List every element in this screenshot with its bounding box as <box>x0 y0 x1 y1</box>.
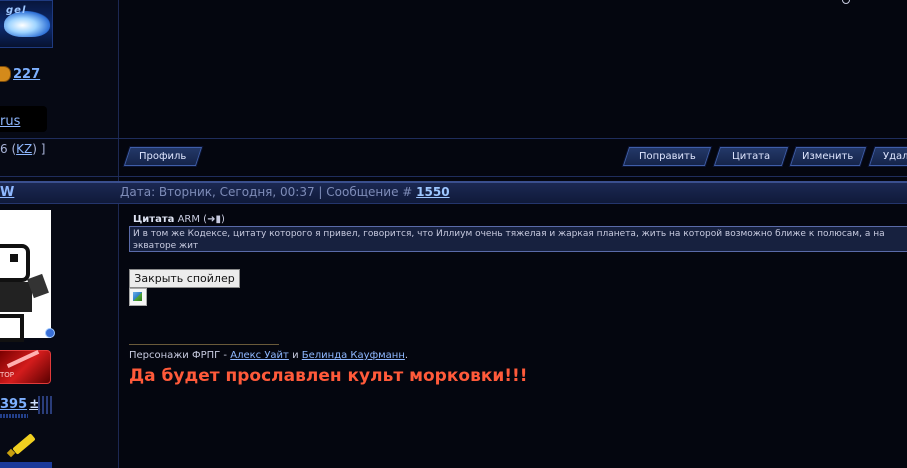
character-link-alex[interactable]: Алекс Уайт <box>230 350 289 361</box>
signature-and: и <box>292 350 299 361</box>
language-badge: rus <box>0 106 47 132</box>
signature-divider <box>129 344 279 345</box>
reputation-bars <box>38 396 52 414</box>
divider <box>0 176 907 177</box>
avatar[interactable] <box>0 210 51 342</box>
location-link[interactable]: KZ <box>16 142 32 156</box>
location-prefix: 6 ( <box>0 142 17 156</box>
avatar-shape <box>0 314 24 342</box>
pen-body <box>12 433 36 455</box>
broken-image-icon[interactable] <box>129 288 147 306</box>
quote-button[interactable]: Цитата <box>713 147 789 166</box>
quote-button-label: Цитата <box>731 151 771 162</box>
image-placeholder-glyph <box>133 292 142 301</box>
close-spoiler-button[interactable]: Закрыть спойлер <box>129 269 240 288</box>
quote-label: Цитата <box>133 214 175 225</box>
quote-text: И в том же Кодексе, цитату которого я пр… <box>129 226 907 252</box>
message-number-link[interactable]: 1550 <box>416 185 449 199</box>
edit-button-label: Поправить <box>638 151 696 162</box>
avatar-shape <box>0 244 30 282</box>
quote-author: ARM <box>177 214 200 225</box>
reputation: 395 ± <box>0 397 40 412</box>
location-line: 6 (KZ) ] <box>0 142 45 156</box>
award-stroke <box>6 350 40 368</box>
signature-prefix: Персонажи ФРПГ - <box>129 350 228 361</box>
delete-button-label: Удал <box>883 151 907 162</box>
signature-dot: . <box>404 350 409 361</box>
edit-button[interactable]: Поправить <box>622 147 712 166</box>
winged-rank-icon: gel <box>0 0 53 48</box>
award-label: TOP <box>0 371 15 379</box>
quote-close: ) <box>220 214 225 225</box>
post-count-link[interactable]: 227 <box>13 67 40 82</box>
location-suffix: ) ] <box>32 142 46 156</box>
delete-button[interactable]: Удал <box>868 147 907 166</box>
signature-slogan: Да будет прославлен культ морковки!!! <box>129 366 528 386</box>
quote-header: Цитата ARM (➜▮) <box>133 214 225 225</box>
change-button[interactable]: Изменить <box>789 147 867 166</box>
search-icon <box>842 0 850 4</box>
divider <box>0 138 907 139</box>
post-header: W Дата: Вторник, Сегодня, 00:37 | Сообще… <box>0 181 907 204</box>
post-date: Дата: Вторник, Сегодня, 00:37 | Сообщени… <box>120 185 450 199</box>
award-icon: TOP <box>0 350 51 384</box>
gear-icon[interactable] <box>45 328 55 338</box>
author-link[interactable]: W <box>0 185 14 200</box>
profile-button[interactable]: Профиль <box>123 147 203 166</box>
profile-button-label: Профиль <box>139 151 187 162</box>
avatar-shape <box>10 254 18 262</box>
change-button-label: Изменить <box>802 151 854 162</box>
post-date-text: Дата: Вторник, Сегодня, 00:37 | Сообщени… <box>120 185 413 199</box>
reputation-value-link[interactable]: 395 <box>0 397 27 412</box>
character-link-belinda[interactable]: Белинда Кауфманн <box>302 350 405 361</box>
signature-characters: Персонажи ФРПГ - Алекс Уайт и Белинда Ка… <box>129 350 408 361</box>
rank-word: gel <box>6 5 27 16</box>
language-link[interactable]: rus <box>0 114 20 129</box>
avatar-shape <box>0 282 32 312</box>
bottom-badge <box>0 462 52 468</box>
reputation-sub-bar <box>0 414 28 418</box>
pen-icon <box>4 430 36 458</box>
